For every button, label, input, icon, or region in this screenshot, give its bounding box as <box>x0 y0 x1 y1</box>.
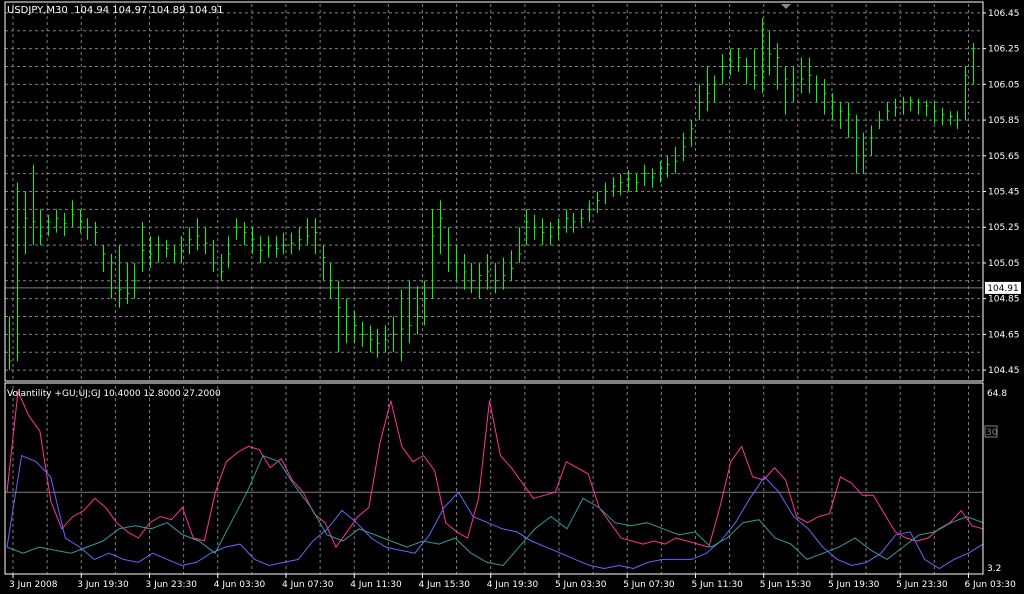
current-price-tag: 104.91 <box>985 281 1021 294</box>
indicator-label: Volantility +GU;UJ;GJ 10.4000 12.8000 27… <box>7 389 221 399</box>
time-tick-label: 4 Jun 03:30 <box>214 580 266 590</box>
trading-chart[interactable]: 106.45 106.25 106.05 105.85 105.65 105.45 105.… <box>0 0 1024 594</box>
indicator-level-label: 30 <box>986 428 998 438</box>
indicator-max-label: 64.8 <box>987 389 1007 399</box>
price-tick-label: 104.65 <box>988 330 1020 340</box>
time-tick-label: 3 Jun 2008 <box>9 580 58 590</box>
time-tick-label: 5 Jun 19:30 <box>828 580 880 590</box>
time-tick-label: 4 Jun 11:30 <box>350 580 402 590</box>
current-price-label: 104.91 <box>987 284 1019 294</box>
time-tick-label: 3 Jun 23:30 <box>145 580 197 590</box>
time-tick-label: 5 Jun 15:30 <box>760 580 812 590</box>
time-tick-label: 4 Jun 07:30 <box>282 580 334 590</box>
time-tick-label: 5 Jun 03:30 <box>555 580 607 590</box>
symbol-label: USDJPY,M30 <box>7 5 68 16</box>
time-tick-label: 5 Jun 11:30 <box>691 580 743 590</box>
price-tick-label: 106.45 <box>988 9 1020 19</box>
time-tick-label: 4 Jun 19:30 <box>487 580 539 590</box>
price-tick-label: 105.65 <box>988 152 1020 162</box>
price-tick-label: 104.85 <box>988 295 1020 305</box>
ohlc-values: 104.94 104.97 104.89 104.91 <box>74 5 224 16</box>
time-tick-label: 6 Jun 03:30 <box>964 580 1016 590</box>
chart-header: USDJPY,M30 104.94 104.97 104.89 104.91 <box>7 5 224 16</box>
price-tick-label: 104.45 <box>988 366 1020 376</box>
time-tick-label: 5 Jun 07:30 <box>623 580 675 590</box>
price-tick-label: 105.45 <box>988 188 1020 198</box>
chart-background <box>0 0 1024 594</box>
price-tick-label: 106.25 <box>988 45 1020 55</box>
price-tick-label: 105.25 <box>988 223 1020 233</box>
price-tick-label: 105.05 <box>988 259 1020 269</box>
price-tick-label: 106.05 <box>988 80 1020 90</box>
price-tick-label: 105.85 <box>988 116 1020 126</box>
indicator-min-label: 3.2 <box>987 564 1001 574</box>
time-tick-label: 5 Jun 23:30 <box>896 580 948 590</box>
time-tick-label: 4 Jun 15:30 <box>418 580 470 590</box>
time-tick-label: 3 Jun 19:30 <box>77 580 129 590</box>
